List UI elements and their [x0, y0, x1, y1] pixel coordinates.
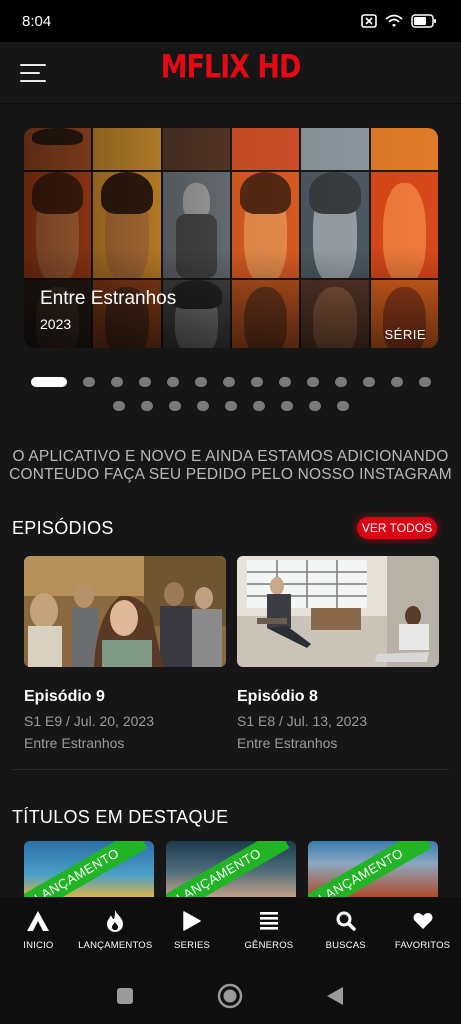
carousel-dot[interactable] [138, 377, 151, 387]
search-icon [335, 910, 357, 932]
nav-label: FAVORITOS [394, 940, 451, 951]
carousel-dot[interactable] [82, 377, 95, 387]
home-a-icon [27, 910, 50, 932]
featured-card[interactable]: LANÇAMENTO [308, 841, 438, 897]
carousel-dot[interactable] [194, 377, 207, 387]
carousel-dot[interactable] [334, 377, 347, 387]
nav-label: GÊNEROS [244, 940, 294, 951]
announcement-line-2: CONTEUDO FAÇA SEU PEDIDO PELO NOSSO INST… [9, 466, 452, 483]
bottom-navigation: INICIO LANÇAMENTOS SERIES GÊNEROS BUSCAS… [0, 897, 461, 964]
carousel-dot[interactable] [418, 377, 431, 387]
carousel-dot[interactable] [250, 377, 263, 387]
battery-icon [411, 14, 436, 28]
flame-icon [104, 910, 126, 932]
episode-meta: S1 E8 / Jul. 13, 2023 [237, 713, 367, 729]
carousel-dot[interactable] [306, 377, 319, 387]
nav-label: LANÇAMENTOS [78, 940, 153, 951]
carousel-dot[interactable] [278, 377, 291, 387]
nav-item-inicio[interactable]: INICIO [0, 897, 77, 964]
wifi-icon [385, 14, 403, 27]
nav-item-series[interactable]: SERIES [154, 897, 231, 964]
nav-item-generos[interactable]: GÊNEROS [230, 897, 307, 964]
episode-thumbnail [24, 556, 226, 667]
carousel-dot[interactable] [30, 377, 67, 387]
heart-icon [412, 910, 434, 932]
nav-label: INICIO [23, 940, 54, 951]
see-all-button[interactable]: VER TODOS [357, 517, 437, 539]
status-bar: 8:04 [0, 0, 461, 42]
release-ribbon: LANÇAMENTO [166, 841, 290, 897]
episode-show: Entre Estranhos [24, 735, 125, 751]
home-icon[interactable] [217, 983, 243, 1009]
system-navigation-bar [0, 964, 461, 1024]
status-time: 8:04 [22, 12, 52, 30]
carousel-dot[interactable] [140, 401, 153, 411]
episode-card[interactable]: Episódio 8 S1 E8 / Jul. 13, 2023 Entre E… [237, 556, 439, 751]
hero-title: Entre Estranhos [40, 288, 177, 309]
carousel-dot[interactable] [196, 401, 209, 411]
release-ribbon: LANÇAMENTO [24, 841, 148, 897]
carousel-dot[interactable] [110, 377, 123, 387]
episode-title: Episódio 9 [24, 688, 105, 705]
featured-card[interactable]: LANÇAMENTO [24, 841, 154, 897]
recents-icon[interactable] [116, 987, 134, 1005]
nav-item-lancamentos[interactable]: LANÇAMENTOS [77, 897, 154, 964]
carousel-dot[interactable] [224, 401, 237, 411]
release-ribbon: LANÇAMENTO [308, 841, 432, 897]
episodes-section-title: EPISÓDIOS [12, 518, 114, 538]
announcement-line-1: O APLICATIVO E NOVO E AINDA ESTAMOS ADIC… [12, 448, 449, 465]
status-icons [361, 14, 437, 28]
app-logo[interactable]: MFLIX HD [0, 49, 461, 86]
section-divider [12, 769, 449, 770]
episode-thumbnail [237, 556, 439, 667]
carousel-indicator-row-1 [0, 377, 461, 387]
carousel-dot[interactable] [252, 401, 265, 411]
episode-card[interactable]: Episódio 9 S1 E9 / Jul. 20, 2023 Entre E… [24, 556, 226, 751]
episode-show: Entre Estranhos [237, 735, 338, 751]
carousel-dot[interactable] [390, 377, 403, 387]
nav-label: SERIES [174, 940, 211, 951]
hero-type-badge: SÉRIE [384, 327, 426, 342]
carousel-dot[interactable] [336, 401, 349, 411]
carousel-dot[interactable] [308, 401, 321, 411]
nav-item-buscas[interactable]: BUSCAS [307, 897, 384, 964]
hero-year: 2023 [40, 316, 72, 332]
list-icon [258, 910, 280, 932]
carousel-dot[interactable] [222, 377, 235, 387]
carousel-indicator-row-2 [0, 401, 461, 411]
notification-x-icon [361, 14, 377, 28]
featured-section-title: TÍTULOS EM DESTAQUE [12, 807, 229, 827]
app-bar: MFLIX HD [0, 42, 461, 104]
carousel-dot[interactable] [112, 401, 125, 411]
carousel-dot[interactable] [362, 377, 375, 387]
episode-meta: S1 E9 / Jul. 20, 2023 [24, 713, 154, 729]
episode-title: Episódio 8 [237, 688, 318, 705]
carousel-dot[interactable] [166, 377, 179, 387]
play-icon [181, 910, 203, 932]
back-icon[interactable] [326, 986, 344, 1006]
announcement-text: O APLICATIVO E NOVO E AINDA ESTAMOS ADIC… [0, 448, 461, 484]
nav-label: BUSCAS [325, 940, 366, 951]
featured-card[interactable]: LANÇAMENTO [166, 841, 296, 897]
carousel-dot[interactable] [280, 401, 293, 411]
carousel-dot[interactable] [168, 401, 181, 411]
hero-banner[interactable]: Entre Estranhos 2023 SÉRIE [24, 128, 438, 348]
nav-item-favoritos[interactable]: FAVORITOS [384, 897, 461, 964]
